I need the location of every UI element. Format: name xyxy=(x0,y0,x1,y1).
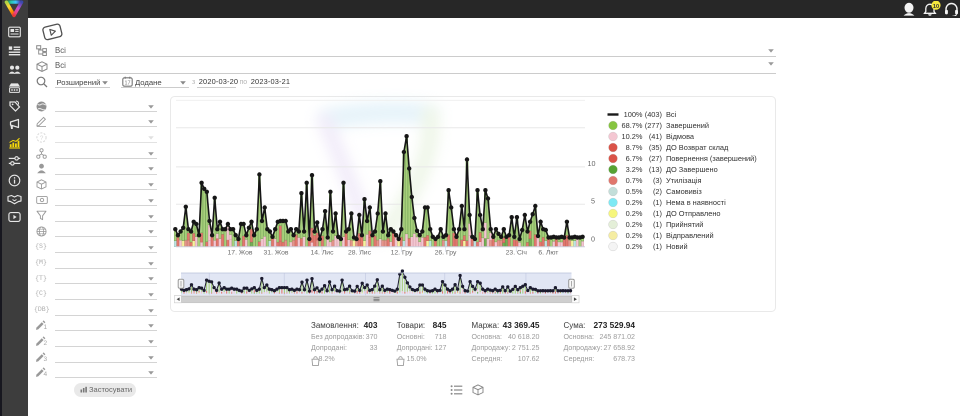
svg-text:(41): (41) xyxy=(649,132,662,141)
svg-text:(1): (1) xyxy=(653,242,662,251)
svg-text:0.2%: 0.2% xyxy=(626,198,643,207)
svg-text:28. Лис: 28. Лис xyxy=(348,250,372,257)
svg-text:5: 5 xyxy=(591,197,595,206)
svg-text:(277): (277) xyxy=(645,121,662,130)
svg-text:10.2%: 10.2% xyxy=(622,132,643,141)
svg-text:(1): (1) xyxy=(653,198,662,207)
svg-text:14. Лис: 14. Лис xyxy=(311,250,335,257)
svg-text:(3): (3) xyxy=(653,176,662,185)
svg-text:3.2%: 3.2% xyxy=(626,165,643,174)
svg-text:6. Лют: 6. Лют xyxy=(538,250,558,257)
svg-text:(403): (403) xyxy=(645,110,662,119)
svg-text:Повернення (завершений): Повернення (завершений) xyxy=(666,154,757,163)
svg-text:0: 0 xyxy=(591,235,595,244)
svg-text:0.2%: 0.2% xyxy=(626,242,643,251)
svg-text:(1): (1) xyxy=(653,220,662,229)
svg-text:0.2%: 0.2% xyxy=(626,209,643,218)
svg-text:(35): (35) xyxy=(649,143,662,152)
svg-text:17. Жов: 17. Жов xyxy=(228,250,253,257)
svg-text:0.2%: 0.2% xyxy=(626,220,643,229)
svg-text:ДО Завершено: ДО Завершено xyxy=(666,165,718,174)
svg-text:12. Гру: 12. Гру xyxy=(391,250,413,257)
svg-text:(1): (1) xyxy=(653,209,662,218)
svg-text:68.7%: 68.7% xyxy=(622,121,643,130)
svg-text:Завершений: Завершений xyxy=(666,121,709,130)
svg-text:Відмова: Відмова xyxy=(666,132,695,141)
svg-text:ДО Возврат склад: ДО Возврат склад xyxy=(666,143,729,152)
svg-text:Всі: Всі xyxy=(666,110,677,119)
svg-text:10: 10 xyxy=(588,159,596,168)
svg-text:Відправлений: Відправлений xyxy=(666,231,714,240)
svg-text:(13): (13) xyxy=(649,165,662,174)
svg-text:6.7%: 6.7% xyxy=(626,154,643,163)
svg-text:Прийнятий: Прийнятий xyxy=(666,220,703,229)
svg-text:26. Гру: 26. Гру xyxy=(435,250,457,257)
svg-text:(2): (2) xyxy=(653,187,662,196)
svg-text:0.7%: 0.7% xyxy=(626,176,643,185)
svg-text:Самовивіз: Самовивіз xyxy=(666,187,702,196)
svg-text:(27): (27) xyxy=(649,154,662,163)
svg-text:(1): (1) xyxy=(653,231,662,240)
svg-text:0.5%: 0.5% xyxy=(626,187,643,196)
svg-text:Новий: Новий xyxy=(666,242,688,251)
svg-text:Нема в наявності: Нема в наявності xyxy=(666,198,726,207)
svg-text:ДО Отправлено: ДО Отправлено xyxy=(666,209,721,218)
svg-text:31. Жов: 31. Жов xyxy=(264,250,289,257)
svg-text:0.2%: 0.2% xyxy=(626,231,643,240)
svg-text:23. Січ: 23. Січ xyxy=(506,249,528,257)
svg-text:Утилізація: Утилізація xyxy=(666,176,702,185)
svg-text:100%: 100% xyxy=(624,110,643,119)
svg-text:8.7%: 8.7% xyxy=(626,143,643,152)
